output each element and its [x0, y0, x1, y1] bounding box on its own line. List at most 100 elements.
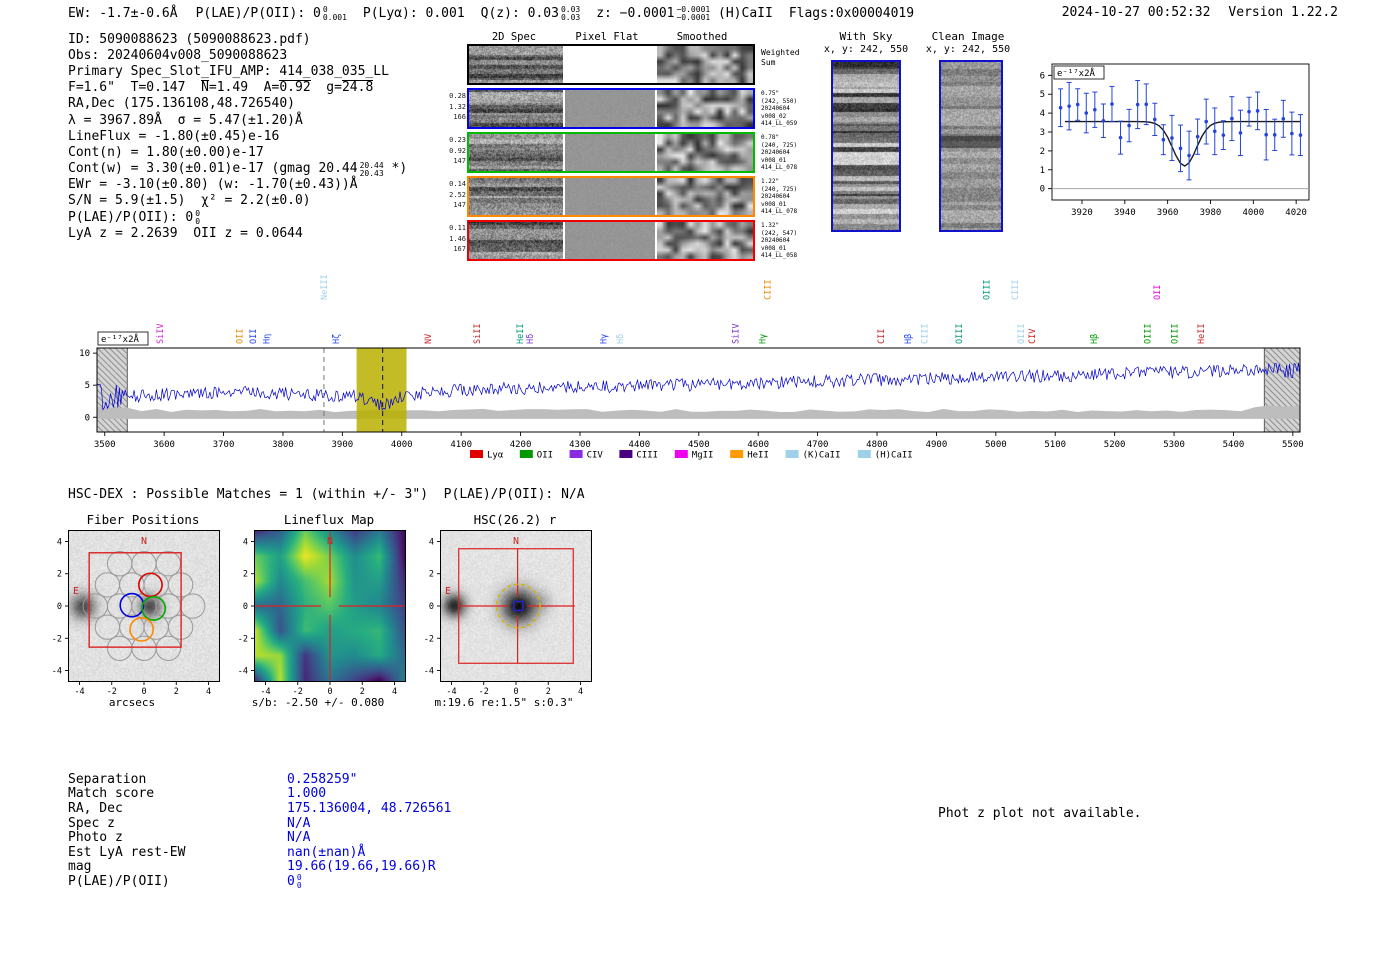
emission-line-label: Hη	[262, 334, 272, 344]
spec2d-col-header-pixelflat: Pixel Flat	[575, 31, 639, 43]
data-point	[1075, 102, 1080, 107]
text-segment: ID: 5090088623 (5090088623.pdf)	[68, 31, 311, 47]
info-line: P(LAE)/P(OII): 000	[68, 209, 407, 226]
clean-image	[939, 60, 1003, 232]
emission-line-label: Hγ	[758, 334, 768, 344]
fiber-row-stats: 0.23 0.92 147	[442, 135, 466, 167]
info-line: RA,Dec (175.136108,48.726540)	[68, 96, 407, 112]
match-table-row: mag 19.66(19.66,19.66)R	[68, 859, 451, 874]
fiber-circle	[155, 593, 182, 619]
legend-label: MgII	[692, 451, 714, 461]
y-tick-label: 0	[85, 413, 90, 423]
fiber-info-line: 1.22"	[761, 178, 780, 185]
fiber-stat: 0.92	[449, 146, 466, 155]
y-tick-label: 4	[57, 537, 62, 547]
pixelflat-strip	[565, 178, 655, 215]
pixelflat-blank	[565, 46, 655, 83]
match-field-label: Spec z	[68, 815, 115, 831]
text-segment: g=	[310, 80, 342, 96]
legend-swatch	[519, 450, 533, 458]
emission-line-label: OII	[236, 329, 246, 344]
legend-swatch	[857, 450, 871, 458]
info-line: S/N = 5.9(±1.5) χ² = 2.2(±0.0)	[68, 193, 407, 209]
unit-label: e⁻¹⁷x2Å	[1057, 67, 1096, 79]
fiber-info-line: 414_LL_059	[761, 120, 798, 127]
x-tick-label: 4200	[510, 440, 532, 450]
data-point	[1178, 146, 1183, 151]
hsc-r-xlabel: m:19.6 re:1.5" s:0.3"	[434, 696, 574, 709]
fiber-stat: 167	[453, 245, 466, 253]
data-point	[1195, 134, 1200, 139]
fiber-stat: 2.52	[449, 190, 466, 199]
y-tick-label: 0	[57, 602, 62, 612]
fiber-positions-overlay: -4-4-2-2002244 NE	[52, 536, 211, 697]
fiber-info-line: v008_01	[761, 200, 787, 208]
emission-line-label: Hβ	[904, 334, 914, 344]
data-point	[1067, 104, 1071, 108]
fiber-circle	[155, 551, 182, 577]
fiber-row-stats: 0.14 2.52 147	[442, 179, 466, 211]
x-tick-label: 4000	[1242, 208, 1264, 218]
data-point	[1230, 116, 1234, 121]
fiber-row-info: 1.32" (242, 547) 20240604 v008_01 414_LL_058	[761, 222, 833, 260]
y-tick-label: 0	[243, 602, 248, 612]
pixelflat-strip	[565, 134, 655, 171]
spec2d-strip	[469, 134, 563, 171]
data-point	[1058, 105, 1063, 110]
spectrum-line	[96, 362, 1301, 411]
data-point	[1084, 111, 1089, 115]
x-tick-label: 4800	[866, 440, 888, 450]
line-fit-plot: 3920 3940 3960 3980 4000 4020 0 1 2 3 4 5 6 e⁻¹⁷x2Å	[1040, 63, 1310, 218]
fiber-info-line: 20240604	[761, 237, 790, 244]
x-tick-label: 3900	[332, 440, 354, 450]
info-line: ID: 5090088623 (5090088623.pdf)	[68, 31, 407, 47]
y-tick-label: 1	[1040, 166, 1045, 176]
elixer-report-page: EW: -1.7±-0.6Å P(LAE)/P(OII): 0 0 0.001 P(Ly…	[0, 0, 1400, 953]
pixelflat-strip	[565, 222, 655, 259]
x-tick-label: 5500	[1282, 440, 1304, 450]
y-tick-label: 4	[1040, 109, 1045, 119]
y-tick-label: 0	[1040, 185, 1045, 195]
emission-line-label: SiII	[473, 324, 483, 344]
match-table-row: Separation 0.258259"	[68, 772, 451, 787]
match-table-row: Est LyA rest-EW nan(±nan)Å	[68, 845, 451, 860]
text-segment: 0.92	[279, 80, 311, 96]
smoothed-strip	[657, 178, 753, 215]
legend-label: Lyα	[487, 451, 504, 461]
detection-highlight-band	[356, 348, 407, 432]
fiber-info-line: 414_LL_078	[761, 208, 798, 215]
y-tick-label: -2	[238, 634, 248, 644]
text-segment: P(Lyα): 0.001	[362, 5, 465, 21]
x-tick-label: 3600	[153, 440, 175, 450]
x-tick-label: 5200	[1104, 440, 1126, 450]
selected-fiber-circle	[141, 596, 167, 621]
fiber-info-line: v008_02	[761, 112, 787, 120]
smoothed-strip	[657, 222, 753, 259]
emission-line-label: NeIII	[320, 274, 330, 300]
uncertainty-stack: 20.44 20.43	[360, 161, 384, 178]
match-field-label: P(LAE)/P(OII)	[68, 873, 170, 889]
emission-line-label: CIII	[764, 280, 774, 300]
spec2d-strips	[469, 178, 753, 215]
text-segment: Flags:0x00004019	[788, 5, 915, 21]
fiber-info-line: (240, 725)	[761, 141, 798, 149]
data-point	[1281, 117, 1286, 121]
fiber-info-line: 1.32"	[761, 222, 780, 229]
legend-swatch	[569, 450, 583, 458]
text-segment: *)	[383, 161, 408, 177]
spec2d-strips	[469, 90, 753, 127]
uncertainty-stack: 00	[195, 210, 200, 226]
text-segment: RA,Dec (175.136108,48.726540)	[68, 96, 295, 112]
fiber-stat: 0.28	[449, 92, 466, 100]
match-table: Separation 0.258259" Match score 1.000 RA, D…	[68, 772, 451, 890]
pixelflat-strip	[565, 90, 655, 127]
x-tick-label: 3960	[1157, 208, 1179, 218]
match-table-row: RA, Dec 175.136004, 48.726561	[68, 801, 451, 816]
spec2d-col-header-2dspec: 2D Spec	[491, 31, 537, 43]
fiber-row-info: 0.75" (242, 550) 20240604 v008_02 414_LL_059	[761, 90, 833, 128]
smoothed-strip	[657, 46, 753, 83]
legend-label: HeII	[747, 451, 769, 461]
data-point	[1170, 136, 1174, 140]
fiber-row-stats: 0.11 1.46 167	[442, 223, 466, 255]
fiber-positions-xlabel: arcsecs	[108, 696, 156, 709]
